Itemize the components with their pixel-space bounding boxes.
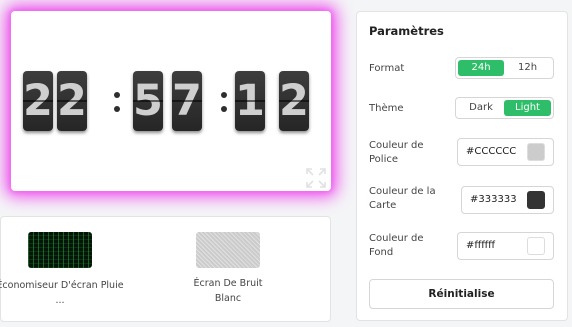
second-ones-digit: 2 (279, 71, 309, 131)
card-color-label: Couleur de la Carte (369, 186, 436, 211)
bg-color-swatch[interactable] (527, 237, 545, 255)
theme-label: Thème (369, 103, 404, 114)
settings-panel: Paramètres Format 24h 12h Thème Dark Lig… (356, 11, 568, 321)
font-color-field[interactable]: #CCCCCC (457, 138, 554, 166)
minute-tens-digit: 5 (133, 71, 163, 131)
font-color-swatch[interactable] (527, 143, 545, 161)
hour-tens-digit: 2 (23, 71, 53, 131)
second-tens-digit: 1 (235, 71, 265, 131)
font-color-label: Couleur de Police (369, 140, 424, 165)
format-label: Format (369, 63, 405, 74)
format-toggle: 24h 12h (455, 57, 554, 79)
screensaver-rain[interactable]: Économiseur D'écran Pluie ... (0, 232, 125, 308)
clock-digits: 2 2 5 7 1 2 (11, 71, 331, 133)
screensaver-label: Écran De Bruit Blanc (193, 278, 263, 304)
reset-button[interactable]: Réinitialise (369, 279, 554, 309)
screensaver-list: Économiseur D'écran Pluie ... Écran De B… (0, 216, 331, 322)
card-color-swatch[interactable] (527, 191, 545, 209)
card-color-value: #333333 (470, 194, 517, 205)
bg-color-field[interactable]: #ffffff (457, 232, 554, 260)
theme-option-dark[interactable]: Dark (458, 100, 504, 116)
screensaver-white-noise[interactable]: Écran De Bruit Blanc (163, 232, 293, 306)
font-color-value: #CCCCCC (466, 146, 517, 157)
colon-separator (219, 88, 229, 118)
theme-toggle: Dark Light (455, 97, 554, 119)
white-noise-thumbnail[interactable] (196, 232, 260, 268)
fullscreen-icon[interactable] (305, 167, 327, 189)
card-color-field[interactable]: #333333 (461, 186, 554, 214)
bg-color-label: Couleur de Fond (369, 233, 424, 258)
matrix-rain-thumbnail[interactable] (28, 232, 92, 268)
screensaver-label: Économiseur D'écran Pluie ... (0, 280, 124, 306)
format-option-12h[interactable]: 12h (504, 60, 551, 76)
colon-separator (112, 88, 122, 118)
hour-ones-digit: 2 (57, 71, 87, 131)
settings-title: Paramètres (369, 24, 444, 38)
theme-option-light[interactable]: Light (504, 100, 551, 116)
format-option-24h[interactable]: 24h (458, 60, 504, 76)
bg-color-value: #ffffff (466, 240, 496, 251)
minute-ones-digit: 7 (172, 71, 202, 131)
clock-display: 2 2 5 7 1 2 (11, 11, 331, 191)
